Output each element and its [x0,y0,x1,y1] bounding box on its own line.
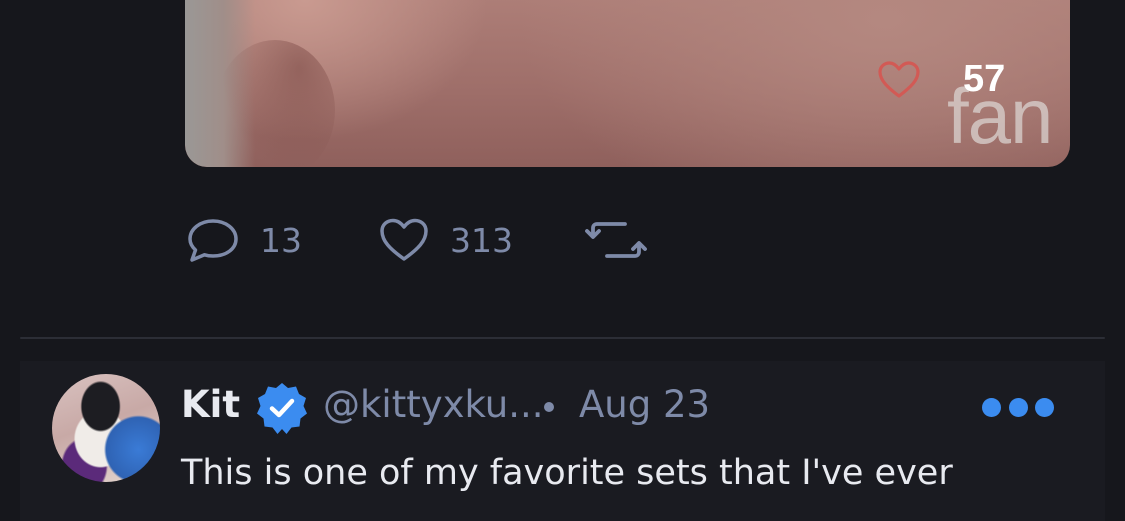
separator-dot [544,402,554,412]
media-like-count: 57 [963,58,1006,100]
like-count: 313 [450,220,513,260]
heart-icon [380,218,428,261]
post-action-bar: 13 313 [186,212,647,268]
more-dot [982,397,1001,417]
reply-button[interactable]: 13 [186,217,378,263]
more-dot [1008,397,1028,417]
heart-outline-icon[interactable] [877,60,921,100]
like-button[interactable]: 313 [378,217,585,263]
more-dot [1035,397,1054,417]
avatar[interactable] [52,374,160,482]
more-options-icon[interactable] [982,395,1054,419]
reply-count: 13 [260,220,302,260]
post-date[interactable]: Aug 23 [579,383,710,427]
image-shadow-gradient [215,40,335,167]
repost-icon [585,222,647,258]
post-media-image[interactable]: fan 57 [185,0,1070,167]
repost-button[interactable] [585,218,647,262]
user-handle[interactable]: @kittyxku... [323,383,544,427]
feed-view: fan 57 13 313 Kit @kittyxku... Aug 23 Th… [0,0,1125,521]
verified-badge-icon [257,383,307,434]
post-divider [20,337,1105,339]
post-text: This is one of my favorite sets that I'v… [181,453,953,493]
display-name[interactable]: Kit [181,383,240,427]
comment-icon [188,219,238,262]
